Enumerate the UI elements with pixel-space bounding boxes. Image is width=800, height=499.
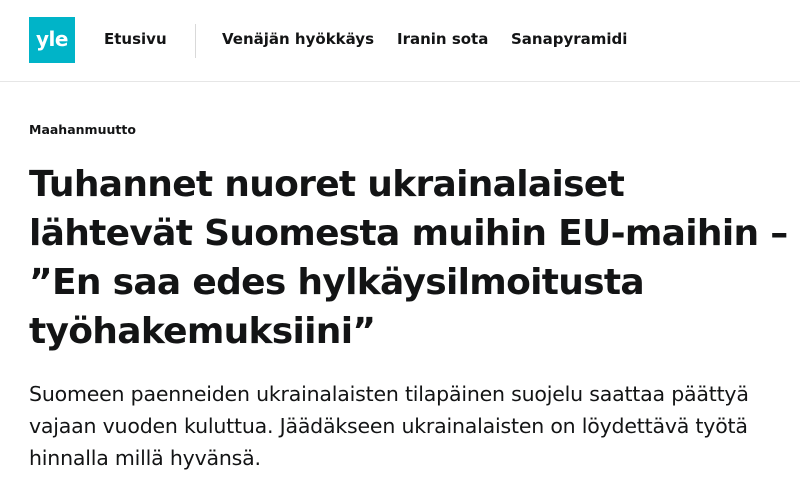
yle-logo[interactable]: yle: [29, 17, 75, 63]
nav-item-iranin-sota[interactable]: Iranin sota: [397, 30, 488, 48]
article-lead: Suomeen paenneiden ukrainalaisten tilapä…: [29, 382, 749, 470]
nav-item-venajan-hyokkays[interactable]: Venäjän hyökkäys: [222, 30, 374, 48]
nav-item-sanapyramidi[interactable]: Sanapyramidi: [511, 30, 627, 48]
top-navigation-bar: yle Etusivu Venäjän hyökkäys Iranin sota…: [0, 0, 800, 82]
nav-divider: [195, 24, 196, 58]
nav-home-link[interactable]: Etusivu: [104, 30, 167, 48]
logo-text: yle: [36, 27, 68, 51]
article-headline: Tuhannet nuoret ukrainalaiset lähtevät S…: [29, 164, 788, 352]
article-category-link[interactable]: Maahanmuutto: [29, 122, 136, 137]
